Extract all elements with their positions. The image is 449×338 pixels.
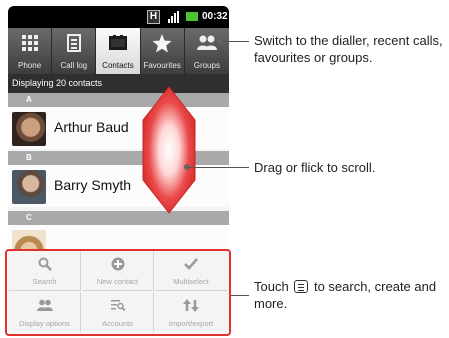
battery-icon xyxy=(186,12,198,21)
signal-strength-icon xyxy=(168,11,180,23)
callout-line xyxy=(187,167,249,168)
tab-favourites[interactable]: Favourites xyxy=(141,28,185,74)
call-log-icon xyxy=(63,33,85,53)
status-bar: H 00:32 xyxy=(8,6,229,28)
callout-menu: Touch to search, create and more. xyxy=(254,278,444,312)
tab-label: Contacts xyxy=(102,61,134,70)
contacts-icon xyxy=(107,33,129,53)
callout-line xyxy=(231,295,249,296)
callout-tabs: Switch to the dialler, recent calls, fav… xyxy=(254,33,443,65)
tab-phone[interactable]: Phone xyxy=(8,28,53,74)
clock: 00:32 xyxy=(202,11,228,22)
callout-scroll: Drag or flick to scroll. xyxy=(254,159,444,176)
menu-key-icon xyxy=(294,280,309,293)
tab-call-log[interactable]: Call log xyxy=(52,28,97,74)
groups-icon xyxy=(196,33,218,53)
tab-bar: Phone Call log Contacts Favourites Group… xyxy=(8,28,229,74)
scroll-indicator[interactable] xyxy=(142,86,196,214)
menu-highlight-frame xyxy=(5,249,231,336)
tab-groups[interactable]: Groups xyxy=(185,28,229,74)
contact-name: Arthur Baud xyxy=(54,119,129,135)
tab-label: Call log xyxy=(60,61,88,70)
dialpad-icon xyxy=(19,33,41,53)
callout-scroll-text: Drag or flick to scroll. xyxy=(254,160,376,175)
callout-line xyxy=(221,41,249,42)
network-type-icon: H xyxy=(147,10,160,24)
callout-menu-before: Touch xyxy=(254,279,289,294)
tab-label: Favourites xyxy=(143,61,181,70)
tab-label: Groups xyxy=(193,61,220,70)
avatar xyxy=(12,170,46,204)
avatar xyxy=(12,112,46,146)
tab-contacts[interactable]: Contacts xyxy=(96,28,141,74)
star-icon xyxy=(151,33,173,53)
contact-name: Barry Smyth xyxy=(54,177,132,193)
tab-label: Phone xyxy=(18,61,42,70)
